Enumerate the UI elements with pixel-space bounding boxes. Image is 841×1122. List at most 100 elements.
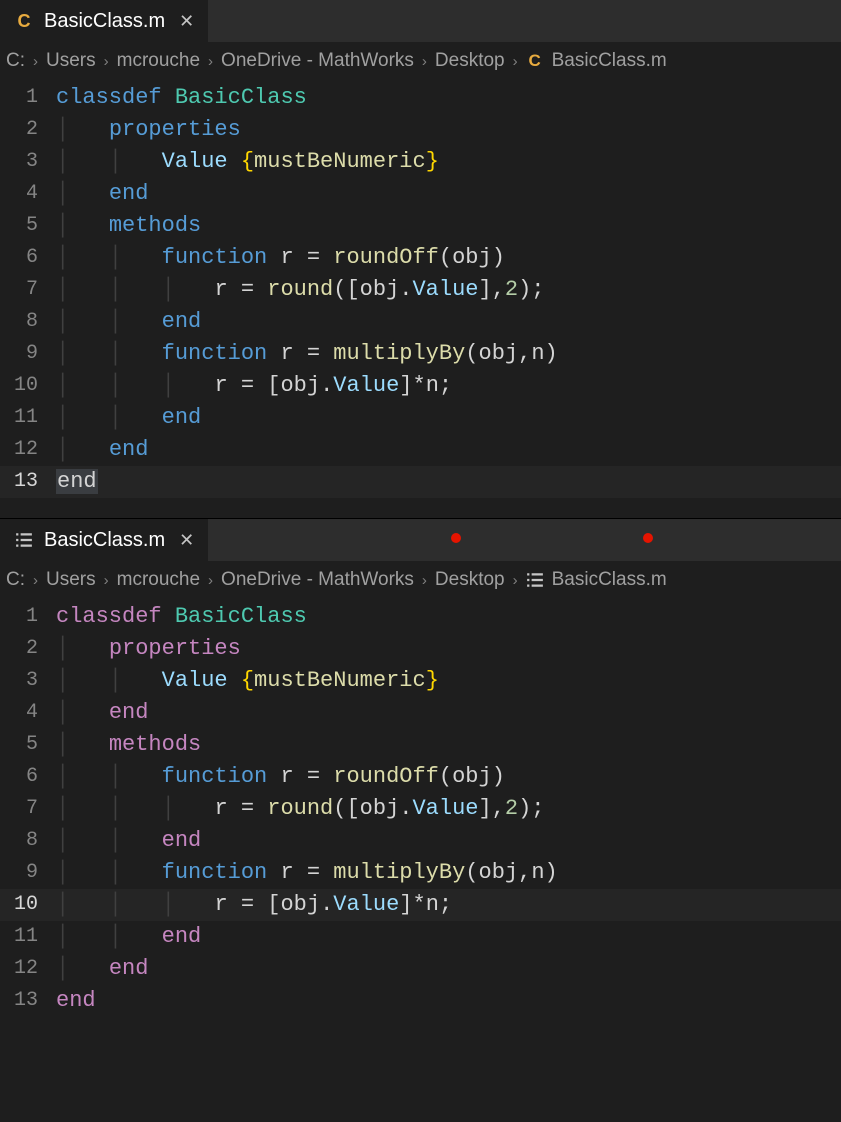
- code-line[interactable]: 8│ │ end: [0, 825, 841, 857]
- line-number[interactable]: 7: [0, 274, 56, 306]
- code-line[interactable]: 1classdef BasicClass: [0, 601, 841, 633]
- code-editor[interactable]: 1classdef BasicClass2│ properties3│ │ Va…: [0, 601, 841, 1037]
- line-number[interactable]: 7: [0, 793, 56, 825]
- editor-tab[interactable]: BasicClass.m✕: [0, 519, 208, 561]
- line-number[interactable]: 13: [0, 466, 56, 498]
- code-text[interactable]: │ │ │ r = [obj.Value]*n;: [56, 370, 452, 402]
- code-line[interactable]: 7│ │ │ r = round([obj.Value],2);: [0, 793, 841, 825]
- code-line[interactable]: 4│ end: [0, 178, 841, 210]
- breadcrumb-segment[interactable]: Users: [46, 569, 96, 591]
- code-line[interactable]: 10│ │ │ r = [obj.Value]*n;: [0, 889, 841, 921]
- code-text[interactable]: │ end: [56, 953, 148, 985]
- code-text[interactable]: │ properties: [56, 633, 241, 665]
- code-text[interactable]: classdef BasicClass: [56, 601, 307, 633]
- line-number[interactable]: 4: [0, 178, 56, 210]
- breadcrumb-segment[interactable]: mcrouche: [117, 569, 200, 591]
- code-line[interactable]: 6│ │ function r = roundOff(obj): [0, 761, 841, 793]
- code-text[interactable]: │ │ function r = roundOff(obj): [56, 761, 505, 793]
- code-line[interactable]: 11│ │ end: [0, 402, 841, 434]
- code-line[interactable]: 13end: [0, 985, 841, 1017]
- code-line[interactable]: 5│ methods: [0, 729, 841, 761]
- code-text[interactable]: end: [56, 985, 96, 1017]
- line-number[interactable]: 12: [0, 953, 56, 985]
- code-line[interactable]: 2│ properties: [0, 114, 841, 146]
- code-text[interactable]: │ │ │ r = round([obj.Value],2);: [56, 793, 545, 825]
- breadcrumb-segment[interactable]: OneDrive - MathWorks: [221, 569, 414, 591]
- code-editor[interactable]: 1classdef BasicClass2│ properties3│ │ Va…: [0, 82, 841, 518]
- token-var: obj: [479, 341, 519, 366]
- code-line[interactable]: 7│ │ │ r = round([obj.Value],2);: [0, 274, 841, 306]
- code-line[interactable]: 12│ end: [0, 953, 841, 985]
- code-text[interactable]: │ │ Value {mustBeNumeric}: [56, 665, 439, 697]
- line-number[interactable]: 13: [0, 985, 56, 1017]
- code-line[interactable]: 4│ end: [0, 697, 841, 729]
- line-number[interactable]: 3: [0, 665, 56, 697]
- code-text[interactable]: │ │ end: [56, 921, 201, 953]
- breadcrumb[interactable]: C:›Users›mcrouche›OneDrive - MathWorks›D…: [0, 561, 841, 601]
- breadcrumb-filename[interactable]: BasicClass.m: [552, 569, 667, 591]
- breadcrumb[interactable]: C:›Users›mcrouche›OneDrive - MathWorks›D…: [0, 42, 841, 82]
- indent-guide: │ │: [56, 665, 162, 697]
- code-text[interactable]: │ │ function r = multiplyBy(obj,n): [56, 857, 558, 889]
- line-number[interactable]: 3: [0, 146, 56, 178]
- close-icon[interactable]: ✕: [179, 530, 194, 551]
- code-text[interactable]: classdef BasicClass: [56, 82, 307, 114]
- code-text[interactable]: │ │ end: [56, 402, 201, 434]
- code-line[interactable]: 3│ │ Value {mustBeNumeric}: [0, 665, 841, 697]
- code-text[interactable]: │ │ │ r = round([obj.Value],2);: [56, 274, 545, 306]
- code-text[interactable]: │ properties: [56, 114, 241, 146]
- code-text[interactable]: │ end: [56, 434, 148, 466]
- editor-tab[interactable]: CBasicClass.m✕: [0, 0, 208, 42]
- code-text[interactable]: │ │ function r = multiplyBy(obj,n): [56, 338, 558, 370]
- close-icon[interactable]: ✕: [179, 11, 194, 32]
- code-line[interactable]: 6│ │ function r = roundOff(obj): [0, 242, 841, 274]
- code-text[interactable]: │ end: [56, 697, 148, 729]
- breadcrumb-segment[interactable]: OneDrive - MathWorks: [221, 50, 414, 72]
- code-text[interactable]: │ │ end: [56, 306, 201, 338]
- code-text[interactable]: │ │ function r = roundOff(obj): [56, 242, 505, 274]
- breadcrumb-segment[interactable]: Users: [46, 50, 96, 72]
- line-number[interactable]: 10: [0, 889, 56, 921]
- line-number[interactable]: 1: [0, 601, 56, 633]
- line-number[interactable]: 11: [0, 921, 56, 953]
- line-number[interactable]: 6: [0, 242, 56, 274]
- code-text[interactable]: │ │ │ r = [obj.Value]*n;: [56, 889, 452, 921]
- line-number[interactable]: 4: [0, 697, 56, 729]
- breadcrumb-filename[interactable]: BasicClass.m: [552, 50, 667, 72]
- code-line[interactable]: 5│ methods: [0, 210, 841, 242]
- line-number[interactable]: 6: [0, 761, 56, 793]
- line-number[interactable]: 9: [0, 857, 56, 889]
- line-number[interactable]: 2: [0, 633, 56, 665]
- line-number[interactable]: 12: [0, 434, 56, 466]
- code-line[interactable]: 12│ end: [0, 434, 841, 466]
- breadcrumb-segment[interactable]: Desktop: [435, 569, 505, 591]
- code-line[interactable]: 2│ properties: [0, 633, 841, 665]
- code-line[interactable]: 1classdef BasicClass: [0, 82, 841, 114]
- code-text[interactable]: end: [56, 466, 98, 498]
- line-number[interactable]: 8: [0, 306, 56, 338]
- code-line[interactable]: 11│ │ end: [0, 921, 841, 953]
- breadcrumb-segment[interactable]: C:: [6, 569, 25, 591]
- code-text[interactable]: │ │ Value {mustBeNumeric}: [56, 146, 439, 178]
- line-number[interactable]: 1: [0, 82, 56, 114]
- line-number[interactable]: 5: [0, 210, 56, 242]
- code-line[interactable]: 8│ │ end: [0, 306, 841, 338]
- line-number[interactable]: 8: [0, 825, 56, 857]
- code-text[interactable]: │ methods: [56, 210, 201, 242]
- code-line[interactable]: 10│ │ │ r = [obj.Value]*n;: [0, 370, 841, 402]
- breadcrumb-segment[interactable]: C:: [6, 50, 25, 72]
- code-line[interactable]: 9│ │ function r = multiplyBy(obj,n): [0, 857, 841, 889]
- line-number[interactable]: 10: [0, 370, 56, 402]
- line-number[interactable]: 5: [0, 729, 56, 761]
- code-line[interactable]: 9│ │ function r = multiplyBy(obj,n): [0, 338, 841, 370]
- code-text[interactable]: │ │ end: [56, 825, 201, 857]
- code-text[interactable]: │ methods: [56, 729, 201, 761]
- line-number[interactable]: 2: [0, 114, 56, 146]
- breadcrumb-segment[interactable]: Desktop: [435, 50, 505, 72]
- code-line[interactable]: 13end: [0, 466, 841, 498]
- breadcrumb-segment[interactable]: mcrouche: [117, 50, 200, 72]
- code-line[interactable]: 3│ │ Value {mustBeNumeric}: [0, 146, 841, 178]
- code-text[interactable]: │ end: [56, 178, 148, 210]
- line-number[interactable]: 11: [0, 402, 56, 434]
- line-number[interactable]: 9: [0, 338, 56, 370]
